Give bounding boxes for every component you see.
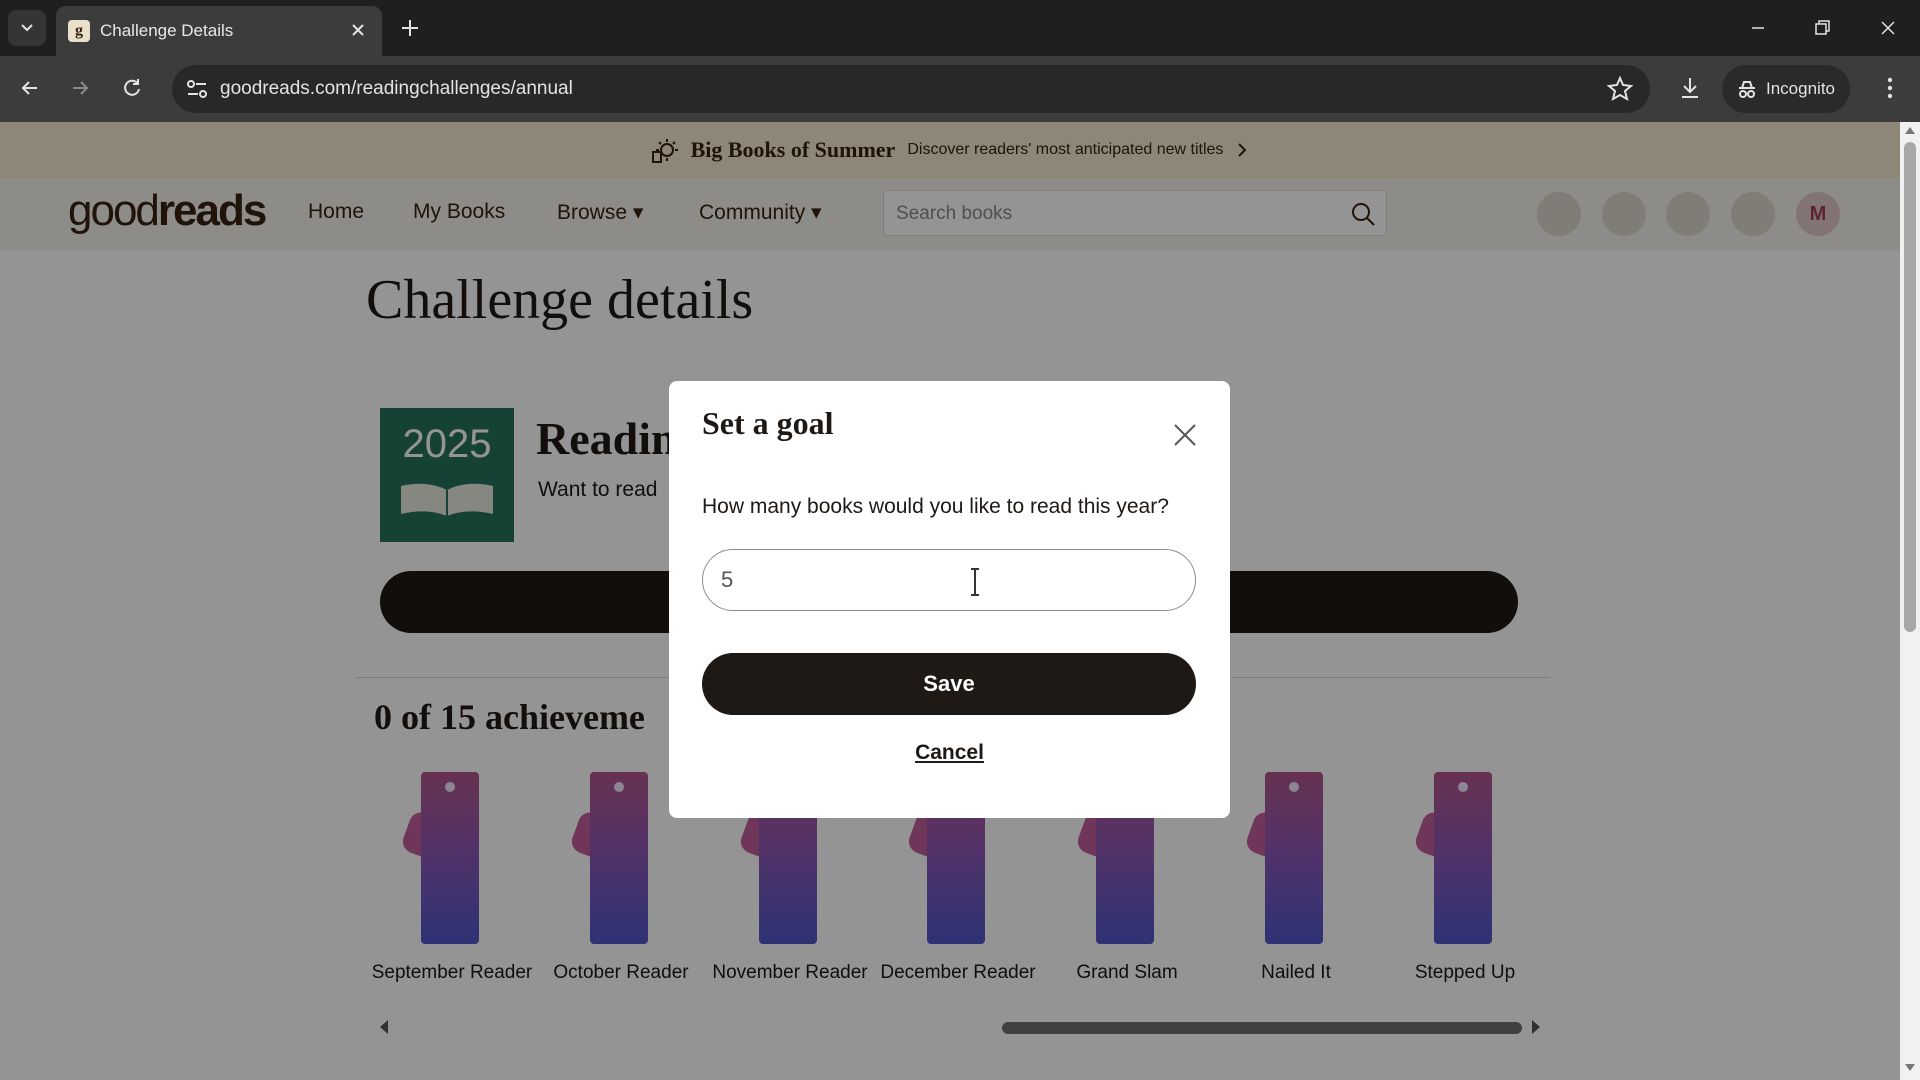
vertical-scrollbar-thumb[interactable] xyxy=(1904,142,1916,632)
reload-button[interactable] xyxy=(114,70,150,106)
close-window-icon[interactable] xyxy=(1870,10,1906,46)
goodreads-favicon-icon: g xyxy=(68,20,90,42)
cancel-button[interactable]: Cancel xyxy=(669,741,1230,765)
goal-number-input[interactable] xyxy=(702,549,1196,611)
incognito-indicator[interactable]: Incognito xyxy=(1722,65,1850,113)
arrow-left-icon xyxy=(21,81,37,95)
reload-icon xyxy=(124,79,140,96)
arrow-right-icon xyxy=(73,81,89,95)
close-tab-icon[interactable] xyxy=(346,18,370,42)
new-tab-icon[interactable] xyxy=(396,14,424,42)
back-button[interactable] xyxy=(12,70,48,106)
browser-tab-bar: g Challenge Details xyxy=(0,0,1920,56)
incognito-icon xyxy=(1739,81,1755,98)
dialog-title: Set a goal xyxy=(702,405,834,441)
text-cursor-icon xyxy=(971,568,979,596)
tab-title: Challenge Details xyxy=(100,21,234,40)
url-text: goodreads.com/readingchallenges/annual xyxy=(220,78,573,99)
minimize-icon[interactable] xyxy=(1740,10,1776,46)
more-menu-icon[interactable] xyxy=(1872,70,1908,106)
set-goal-dialog: Set a goal How many books would you like… xyxy=(669,381,1230,818)
download-icon[interactable] xyxy=(1672,70,1708,106)
bookmark-star-icon[interactable] xyxy=(1606,75,1634,103)
forward-button[interactable] xyxy=(62,70,98,106)
browser-toolbar: goodreads.com/readingchallenges/annual I… xyxy=(0,56,1920,122)
save-button[interactable]: Save xyxy=(702,653,1196,715)
page-viewport: Big Books of Summer Discover readers' mo… xyxy=(0,122,1920,1080)
vertical-scrollbar[interactable] xyxy=(1900,122,1920,1080)
restore-icon[interactable] xyxy=(1804,10,1840,46)
tab-search-button[interactable] xyxy=(8,10,46,46)
close-icon[interactable] xyxy=(1171,421,1199,449)
browser-tab[interactable]: g Challenge Details xyxy=(56,6,382,56)
scroll-down-arrow-icon[interactable] xyxy=(1905,1064,1915,1071)
address-bar[interactable]: goodreads.com/readingchallenges/annual xyxy=(172,65,1650,113)
incognito-label: Incognito xyxy=(1766,79,1835,98)
scroll-up-arrow-icon[interactable] xyxy=(1905,127,1915,134)
site-settings-icon[interactable] xyxy=(182,75,212,103)
chevron-down-icon xyxy=(21,24,33,32)
goal-question: How many books would you like to read th… xyxy=(702,495,1169,518)
